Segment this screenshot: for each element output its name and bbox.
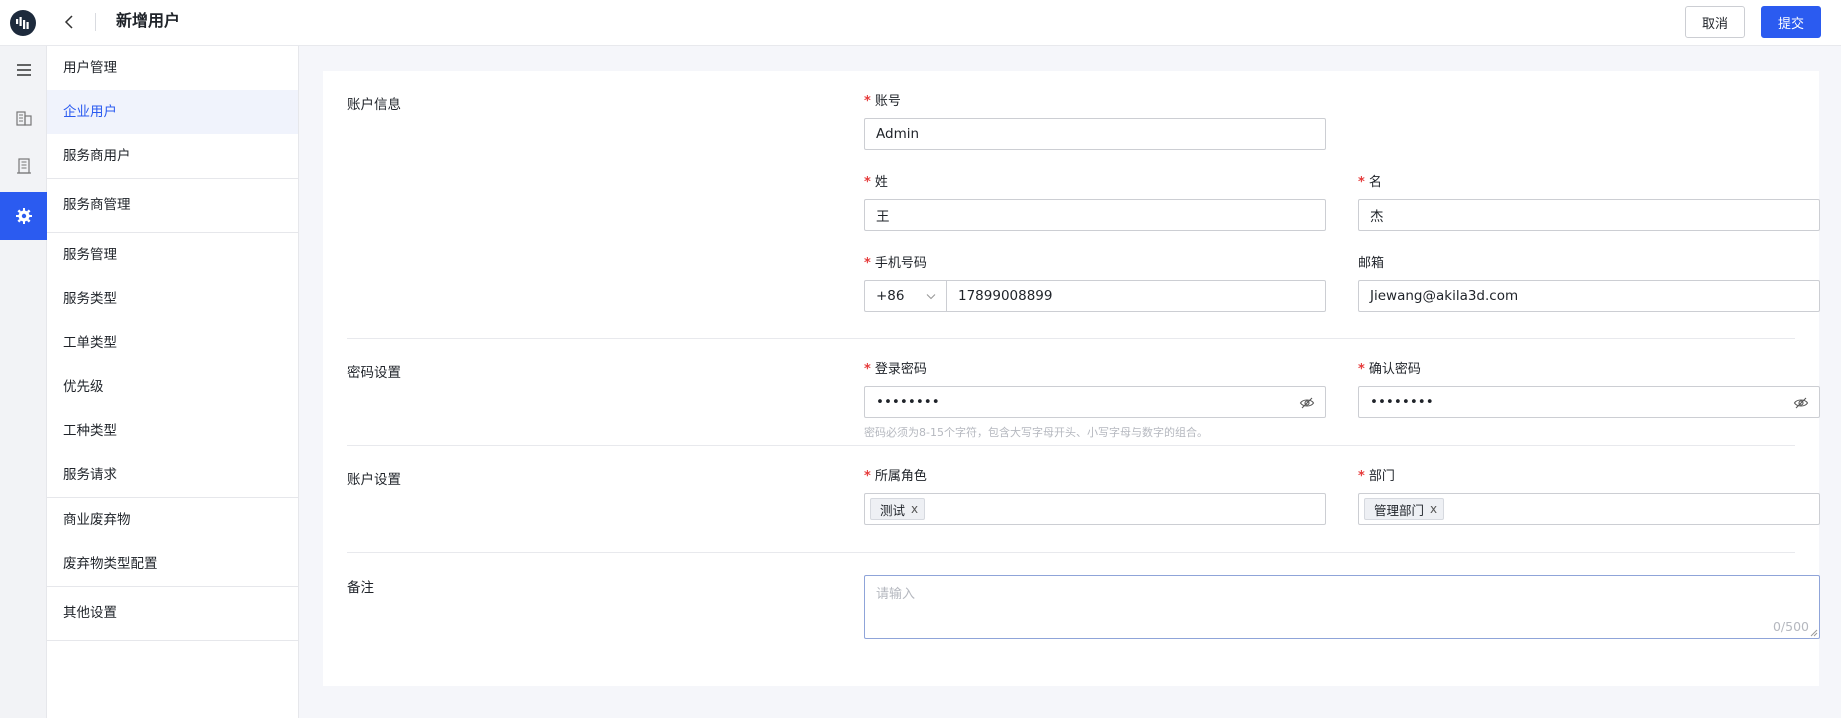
form-card: 账户信息 * 账号 Admin * 姓 王 * 名 杰 * 手机号码 +86 1… — [323, 71, 1820, 686]
main-content: 账户信息 * 账号 Admin * 姓 王 * 名 杰 * 手机号码 +86 1… — [300, 46, 1841, 718]
department-select[interactable]: 管理部门 x — [1358, 493, 1820, 525]
required-mark: * — [1358, 175, 1365, 190]
sidebar-heading-commercial-waste[interactable]: 商业废弃物 — [47, 498, 298, 542]
sidebar-group-user-management: 用户管理 企业用户 服务商用户 — [47, 46, 298, 179]
account-input[interactable]: Admin — [864, 118, 1326, 150]
required-mark: * — [864, 175, 871, 190]
building-icon[interactable] — [0, 94, 47, 142]
sidebar-item-service-request[interactable]: 服务请求 — [47, 453, 298, 497]
sidebar-group-provider-management: 服务商管理 — [47, 179, 298, 233]
section-account-info: 账户信息 * 账号 Admin * 姓 王 * 名 杰 * 手机号码 +86 1… — [347, 71, 1820, 339]
section-remarks: 备注 请输入 0/500 — [347, 553, 1820, 663]
section-account-settings: 账户设置 * 所属角色 测试 x * 部门 管理部门 x — [347, 446, 1820, 553]
role-select[interactable]: 测试 x — [864, 493, 1326, 525]
sidebar-item-priority[interactable]: 优先级 — [47, 365, 298, 409]
sidebar-group-service-management: 服务管理 服务类型 工单类型 优先级 工种类型 服务请求 — [47, 233, 298, 498]
required-mark: * — [864, 469, 871, 484]
sidebar-heading-user-management[interactable]: 用户管理 — [47, 46, 298, 90]
field-login-password: * 登录密码 •••••••• 密码必须为8-15个字符，包含大写字母开头、小写字… — [864, 361, 1326, 440]
phone-number-input[interactable]: 17899008899 — [946, 280, 1326, 312]
submit-button[interactable]: 提交 — [1761, 6, 1821, 38]
char-counter: 0/500 — [1772, 619, 1809, 634]
sidebar-item-service-type[interactable]: 服务类型 — [47, 277, 298, 321]
required-mark: * — [1358, 469, 1365, 484]
login-password-input[interactable]: •••••••• — [864, 386, 1326, 418]
eye-off-icon[interactable] — [1793, 395, 1809, 411]
required-mark: * — [1358, 362, 1365, 377]
sidebar-item-waste-type-config[interactable]: 废弃物类型配置 — [47, 542, 298, 586]
sidebar-heading-provider-management[interactable]: 服务商管理 — [47, 183, 298, 227]
gear-icon[interactable] — [0, 192, 47, 240]
icon-rail — [0, 46, 47, 718]
sub-sidebar: 用户管理 企业用户 服务商用户 服务商管理 服务管理 服务类型 工单类型 优先级… — [47, 46, 299, 718]
sidebar-item-ticket-type[interactable]: 工单类型 — [47, 321, 298, 365]
section-title-account-settings: 账户设置 — [347, 472, 401, 488]
section-title-remarks: 备注 — [347, 580, 374, 596]
eye-off-icon[interactable] — [1299, 395, 1315, 411]
close-icon[interactable]: x — [911, 502, 918, 516]
page-title: 新增用户 — [116, 11, 181, 30]
close-icon[interactable]: x — [1430, 502, 1437, 516]
section-title-password: 密码设置 — [347, 365, 401, 381]
remarks-textarea[interactable]: 请输入 0/500 — [864, 575, 1820, 639]
sidebar-group-commercial-waste: 商业废弃物 废弃物类型配置 — [47, 498, 298, 587]
given-name-input[interactable]: 杰 — [1358, 199, 1820, 231]
phone-code-select[interactable]: +86 — [864, 280, 946, 312]
sidebar-heading-other-settings[interactable]: 其他设置 — [47, 591, 298, 635]
field-email: 邮箱 Jiewang@akila3d.com — [1358, 255, 1820, 312]
phone-input-group: +86 17899008899 — [864, 280, 1326, 312]
header-divider — [95, 13, 96, 31]
chevron-left-icon[interactable] — [58, 10, 80, 34]
password-hint: 密码必须为8-15个字符，包含大写字母开头、小写字母与数字的组合。 — [864, 426, 1208, 439]
field-confirm-password: * 确认密码 •••••••• — [1358, 361, 1820, 418]
sidebar-item-trade-type[interactable]: 工种类型 — [47, 409, 298, 453]
required-mark: * — [864, 94, 871, 109]
sidebar-heading-service-management[interactable]: 服务管理 — [47, 233, 298, 277]
app-logo-icon[interactable] — [10, 10, 36, 36]
section-title-account-info: 账户信息 — [347, 97, 401, 113]
chevron-down-icon — [926, 294, 936, 300]
office-icon[interactable] — [0, 142, 47, 190]
sidebar-item-enterprise-users[interactable]: 企业用户 — [47, 90, 298, 134]
resize-handle-icon[interactable] — [1810, 629, 1818, 637]
required-mark: * — [864, 256, 871, 271]
field-role: * 所属角色 测试 x — [864, 468, 1326, 525]
section-password: 密码设置 * 登录密码 •••••••• 密码必须为8-15个字符，包含大写字母开… — [347, 339, 1820, 446]
required-mark: * — [864, 362, 871, 377]
field-department: * 部门 管理部门 x — [1358, 468, 1820, 525]
top-header: 新增用户 取消 提交 — [0, 0, 1841, 46]
sidebar-item-provider-users[interactable]: 服务商用户 — [47, 134, 298, 178]
department-tag: 管理部门 x — [1364, 498, 1445, 520]
sidebar-group-other-settings: 其他设置 — [47, 587, 298, 641]
field-surname: * 姓 王 — [864, 174, 1326, 231]
field-account: * 账号 Admin — [864, 93, 1326, 150]
cancel-button[interactable]: 取消 — [1685, 6, 1745, 38]
email-input[interactable]: Jiewang@akila3d.com — [1358, 280, 1820, 312]
surname-input[interactable]: 王 — [864, 199, 1326, 231]
role-tag: 测试 x — [870, 498, 926, 520]
hamburger-menu-icon[interactable] — [0, 46, 47, 94]
field-phone: * 手机号码 +86 17899008899 — [864, 255, 1326, 312]
confirm-password-input[interactable]: •••••••• — [1358, 386, 1820, 418]
field-given-name: * 名 杰 — [1358, 174, 1820, 231]
